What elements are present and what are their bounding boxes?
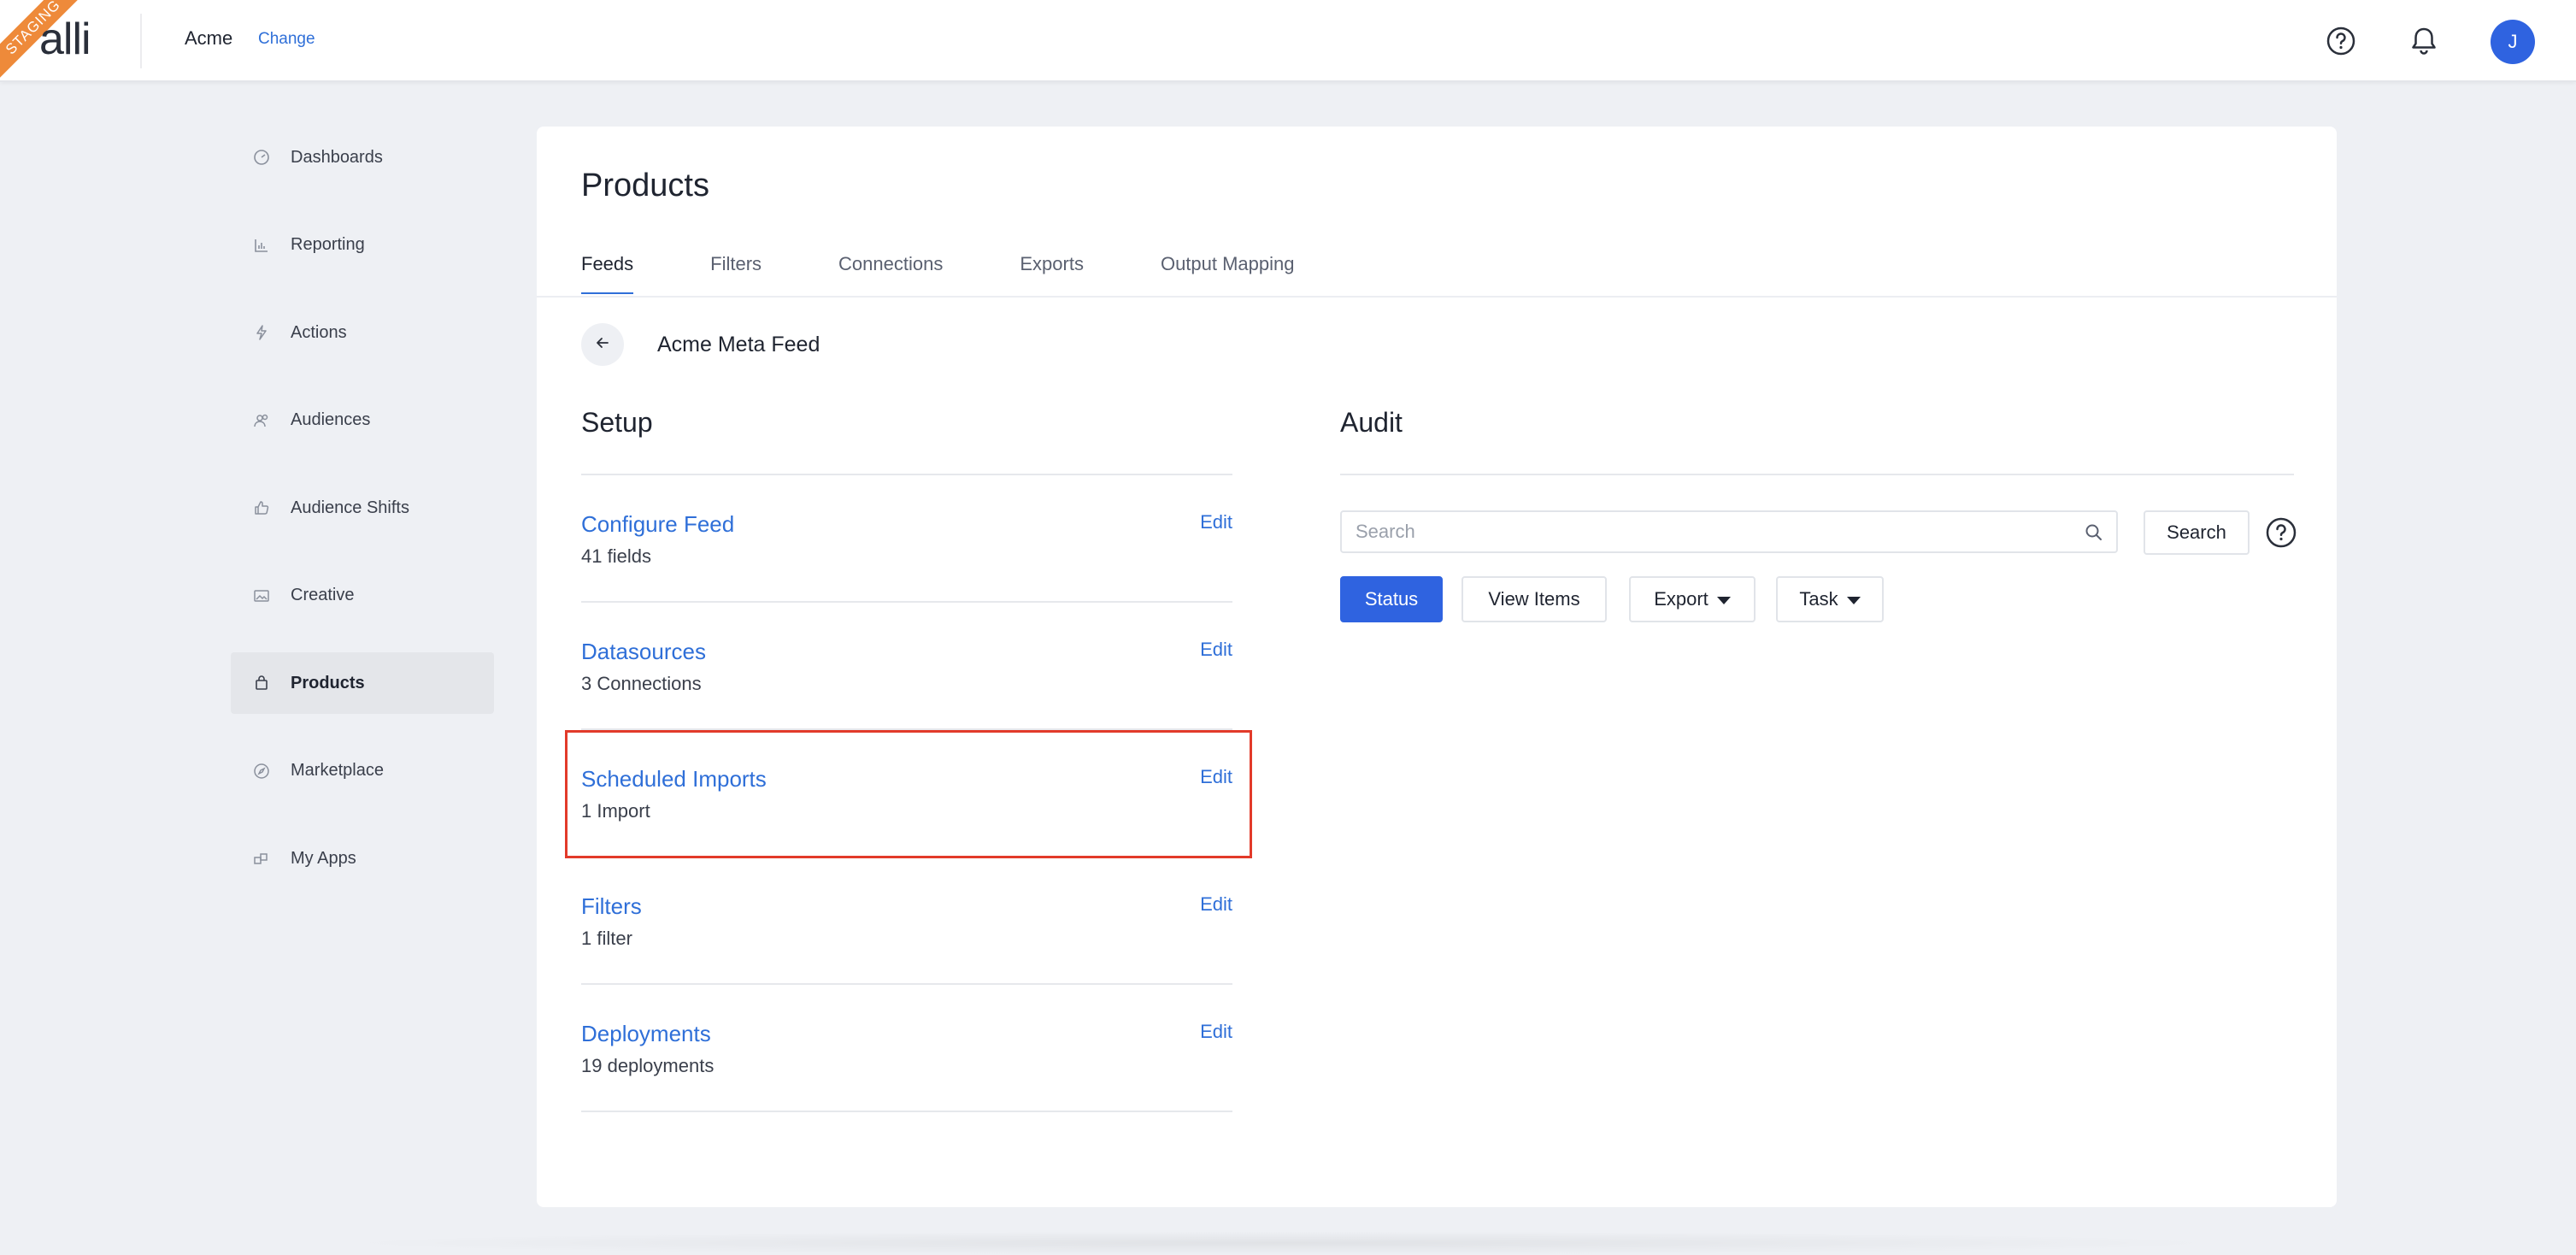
users-icon — [253, 412, 270, 429]
apps-icon — [253, 850, 270, 867]
dashboard-gauge-icon — [253, 149, 270, 166]
view-items-button[interactable]: View Items — [1461, 576, 1607, 622]
caret-down-icon — [1846, 597, 1861, 604]
tab-bar: Feeds Filters Connections Exports Output… — [581, 253, 1372, 294]
sidebar-item-actions[interactable]: Actions — [231, 302, 494, 363]
feed-name: Acme Meta Feed — [657, 333, 820, 356]
sidebar-item-audience-shifts[interactable]: Audience Shifts — [231, 477, 494, 539]
sidebar-item-creative[interactable]: Creative — [231, 565, 494, 627]
tabs-divider — [537, 296, 2337, 298]
main-card: Products Feeds Filters Connections Expor… — [537, 127, 2337, 1207]
sidebar-item-label: Marketplace — [291, 761, 384, 780]
search-button[interactable]: Search — [2144, 510, 2250, 555]
audit-search-box — [1340, 510, 2118, 553]
tab-exports[interactable]: Exports — [1020, 253, 1084, 294]
help-circle-icon[interactable] — [2265, 516, 2297, 549]
sidebar-item-label: Products — [291, 673, 365, 692]
setup-row-deployments: Deployments 19 deployments Edit — [581, 985, 1232, 1112]
arrow-left-icon — [594, 334, 611, 356]
edit-link[interactable]: Edit — [1200, 893, 1232, 916]
audit-search-input[interactable] — [1356, 512, 2056, 551]
sidebar-item-label: Reporting — [291, 235, 365, 254]
row-subtitle: 41 fields — [581, 545, 651, 567]
user-avatar[interactable]: J — [2491, 20, 2535, 64]
sidebar-item-label: Audiences — [291, 410, 371, 429]
sidebar-item-my-apps[interactable]: My Apps — [231, 828, 494, 889]
app-logo[interactable]: alli — [39, 12, 91, 67]
sidebar-item-label: Creative — [291, 586, 355, 604]
thumbs-up-icon — [253, 499, 270, 516]
bottom-shadow — [325, 1231, 2239, 1255]
status-button[interactable]: Status — [1340, 576, 1443, 622]
configure-feed-link[interactable]: Configure Feed — [581, 511, 734, 538]
row-subtitle: 3 Connections — [581, 673, 702, 694]
deployments-link[interactable]: Deployments — [581, 1021, 711, 1047]
caret-down-icon — [1716, 597, 1731, 604]
top-bar: STAGING alli Acme Change J — [0, 0, 2576, 82]
setup-row-filters: Filters 1 filter Edit — [581, 857, 1232, 985]
help-circle-icon[interactable] — [2320, 21, 2361, 62]
edit-link[interactable]: Edit — [1200, 511, 1232, 533]
sidebar-item-reporting[interactable]: Reporting — [231, 215, 494, 276]
sidebar-item-marketplace[interactable]: Marketplace — [231, 740, 494, 802]
bar-chart-icon — [253, 237, 270, 254]
shopping-bag-icon — [253, 675, 270, 692]
sidebar-item-label: Audience Shifts — [291, 498, 409, 517]
sidebar-item-products[interactable]: Products — [231, 652, 494, 714]
divider — [140, 14, 142, 68]
export-label: Export — [1654, 588, 1709, 610]
sidebar-item-audiences[interactable]: Audiences — [231, 390, 494, 451]
row-subtitle: 1 filter — [581, 928, 632, 949]
image-icon — [253, 587, 270, 604]
sidebar: Dashboards Reporting Actions Audiences A… — [231, 127, 494, 916]
tab-connections[interactable]: Connections — [838, 253, 943, 294]
sidebar-item-dashboards[interactable]: Dashboards — [231, 127, 494, 188]
edit-link[interactable]: Edit — [1200, 639, 1232, 661]
page-title: Products — [581, 168, 709, 203]
back-button[interactable] — [581, 323, 624, 366]
tab-feeds[interactable]: Feeds — [581, 253, 634, 294]
task-dropdown[interactable]: Task — [1776, 576, 1884, 622]
org-name: Acme — [185, 27, 233, 49]
setup-row-configure-feed: Configure Feed 41 fields Edit — [581, 475, 1232, 603]
audit-heading: Audit — [1340, 407, 1403, 438]
highlight-box — [565, 730, 1252, 858]
compass-icon — [253, 763, 270, 780]
task-label: Task — [1799, 588, 1838, 610]
export-dropdown[interactable]: Export — [1629, 576, 1756, 622]
search-icon[interactable] — [2084, 522, 2104, 543]
setup-row-datasources: Datasources 3 Connections Edit — [581, 603, 1232, 730]
sidebar-item-label: Actions — [291, 322, 347, 342]
row-subtitle: 19 deployments — [581, 1055, 715, 1076]
lightning-bolt-icon — [253, 324, 270, 341]
audit-divider — [1340, 474, 2294, 475]
sidebar-item-label: My Apps — [291, 848, 356, 868]
setup-heading: Setup — [581, 407, 653, 438]
datasources-link[interactable]: Datasources — [581, 639, 706, 665]
bell-icon[interactable] — [2403, 21, 2444, 62]
sidebar-item-label: Dashboards — [291, 147, 383, 167]
tab-filters[interactable]: Filters — [710, 253, 762, 294]
filters-link[interactable]: Filters — [581, 893, 642, 920]
tab-output-mapping[interactable]: Output Mapping — [1161, 253, 1295, 294]
change-org-link[interactable]: Change — [258, 30, 315, 49]
edit-link[interactable]: Edit — [1200, 1021, 1232, 1043]
